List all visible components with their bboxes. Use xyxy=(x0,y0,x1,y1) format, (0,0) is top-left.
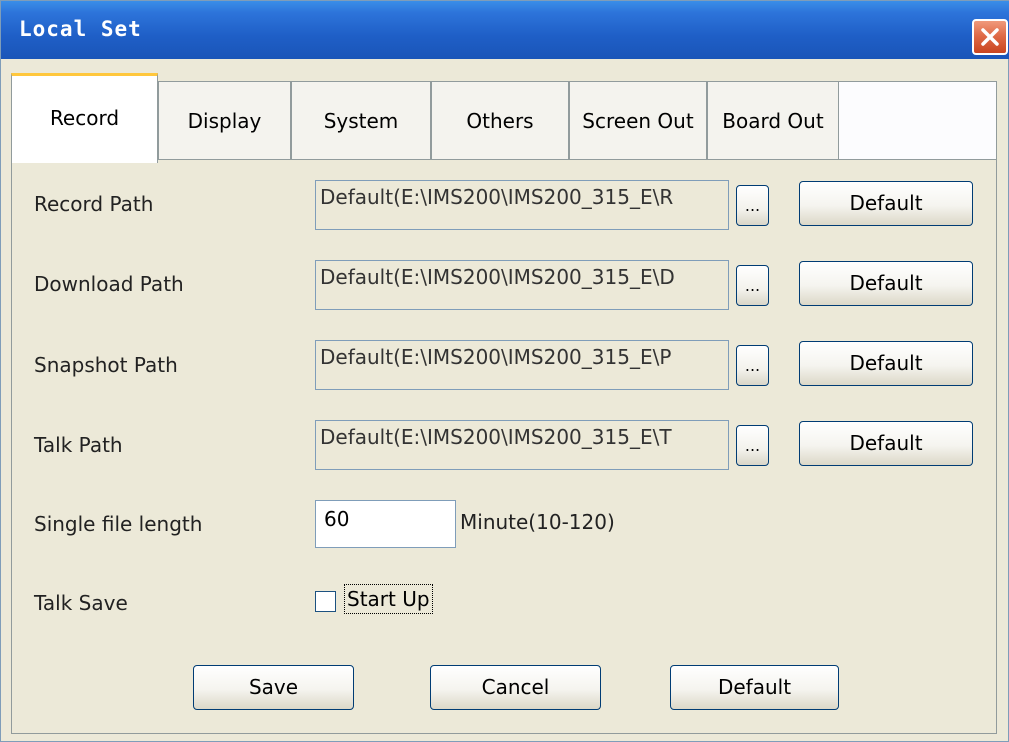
snapshot-path-field[interactable]: Default(E:\IMS200\IMS200_315_E\P xyxy=(315,340,729,390)
save-button[interactable]: Save xyxy=(193,665,354,710)
tab-strip-filler xyxy=(839,81,997,159)
snapshot-path-browse-button[interactable]: ... xyxy=(736,345,769,386)
talk-save-checkbox-label[interactable]: Start Up xyxy=(344,584,433,614)
talk-path-field[interactable]: Default(E:\IMS200\IMS200_315_E\T xyxy=(315,420,729,470)
record-path-field[interactable]: Default(E:\IMS200\IMS200_315_E\R xyxy=(315,180,729,230)
close-icon xyxy=(981,28,999,46)
talk-path-default-button[interactable]: Default xyxy=(799,421,973,466)
tab-system[interactable]: System xyxy=(291,81,431,159)
snapshot-path-label: Snapshot Path xyxy=(34,353,178,377)
footer-default-button[interactable]: Default xyxy=(670,665,839,710)
record-path-label: Record Path xyxy=(34,192,154,216)
talk-save-label: Talk Save xyxy=(34,591,128,615)
record-path-default-button[interactable]: Default xyxy=(799,181,973,226)
tab-others[interactable]: Others xyxy=(431,81,569,159)
local-set-window: Local Set Record Display System Others S… xyxy=(0,0,1009,742)
download-path-field[interactable]: Default(E:\IMS200\IMS200_315_E\D xyxy=(315,260,729,310)
tab-screen-out[interactable]: Screen Out xyxy=(569,81,707,159)
close-button[interactable] xyxy=(972,19,1008,55)
title-bar: Local Set xyxy=(1,1,1009,59)
download-path-label: Download Path xyxy=(34,272,184,296)
single-file-length-unit: Minute(10-120) xyxy=(460,510,615,534)
talk-save-checkbox[interactable] xyxy=(315,591,336,612)
record-panel: Record Path Default(E:\IMS200\IMS200_315… xyxy=(11,159,997,734)
download-path-browse-button[interactable]: ... xyxy=(736,265,769,306)
tab-board-out[interactable]: Board Out xyxy=(707,81,839,159)
single-file-length-input[interactable]: 60 xyxy=(315,500,456,548)
talk-path-browse-button[interactable]: ... xyxy=(736,425,769,466)
tab-strip: Record Display System Others Screen Out … xyxy=(11,73,997,163)
cancel-button[interactable]: Cancel xyxy=(430,665,601,710)
window-title: Local Set xyxy=(19,17,142,41)
record-path-browse-button[interactable]: ... xyxy=(736,185,769,226)
tab-display[interactable]: Display xyxy=(158,81,291,159)
tab-record[interactable]: Record xyxy=(11,73,158,163)
download-path-default-button[interactable]: Default xyxy=(799,261,973,306)
snapshot-path-default-button[interactable]: Default xyxy=(799,341,973,386)
single-file-length-label: Single file length xyxy=(34,512,203,536)
talk-path-label: Talk Path xyxy=(34,433,123,457)
